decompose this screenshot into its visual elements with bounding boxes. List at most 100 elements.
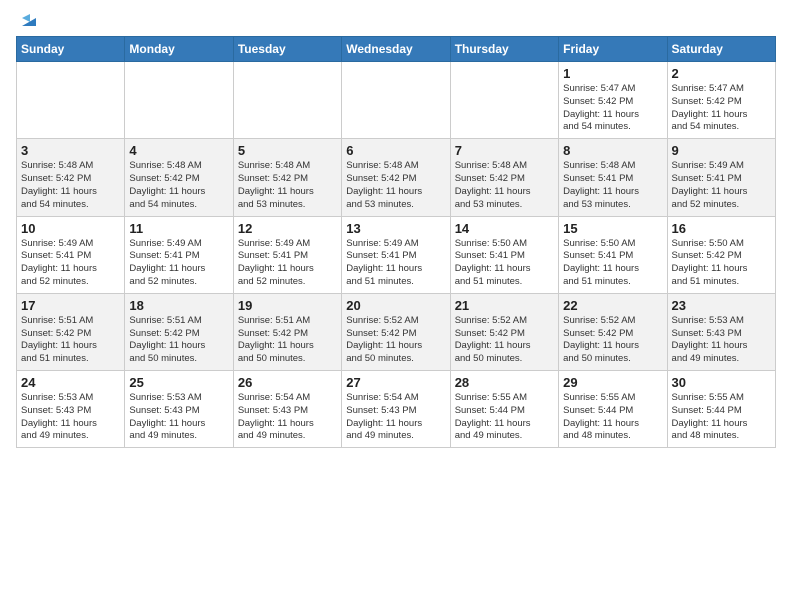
day-number: 23 [672, 298, 771, 313]
calendar-cell: 12Sunrise: 5:49 AM Sunset: 5:41 PM Dayli… [233, 216, 341, 293]
day-header-thursday: Thursday [450, 37, 558, 62]
calendar-cell: 16 Sunrise: 5:50 AM Sunset: 5:42 PM Dayli… [667, 216, 775, 293]
day-number: 19 [238, 298, 337, 313]
day-info: Sunrise: 5:49 AM Sunset: 5:41 PM Dayligh… [672, 160, 771, 211]
calendar-cell: 1 Sunrise: 5:47 AM Sunset: 5:42 PM Daylig… [559, 62, 667, 139]
day-info: Sunrise: 5:55 AM Sunset: 5:44 PM Dayligh… [455, 392, 554, 443]
day-header-monday: Monday [125, 37, 233, 62]
calendar-cell: 11Sunrise: 5:49 AM Sunset: 5:41 PM Dayli… [125, 216, 233, 293]
day-number: 14 [455, 221, 554, 236]
day-number: 3 [21, 143, 120, 158]
calendar-cell: 6 Sunrise: 5:48 AM Sunset: 5:42 PM Daylig… [342, 139, 450, 216]
calendar-cell: 5 Sunrise: 5:48 AM Sunset: 5:42 PM Daylig… [233, 139, 341, 216]
day-header-wednesday: Wednesday [342, 37, 450, 62]
day-info: Sunrise: 5:48 AM Sunset: 5:42 PM Dayligh… [346, 160, 445, 211]
day-info: Sunrise: 5:50 AM Sunset: 5:41 PM Dayligh… [563, 238, 662, 289]
day-number: 5 [238, 143, 337, 158]
calendar-cell: 28 Sunrise: 5:55 AM Sunset: 5:44 PM Dayli… [450, 371, 558, 448]
day-number: 26 [238, 375, 337, 390]
day-info: Sunrise: 5:47 AM Sunset: 5:42 PM Dayligh… [672, 83, 771, 134]
calendar-cell: 29 Sunrise: 5:55 AM Sunset: 5:44 PM Dayli… [559, 371, 667, 448]
day-info: Sunrise: 5:48 AM Sunset: 5:41 PM Dayligh… [563, 160, 662, 211]
day-info: Sunrise: 5:48 AM Sunset: 5:42 PM Dayligh… [21, 160, 120, 211]
calendar-page: SundayMondayTuesdayWednesdayThursdayFrid… [0, 0, 792, 612]
calendar-cell [342, 62, 450, 139]
day-info: Sunrise: 5:47 AM Sunset: 5:42 PM Dayligh… [563, 83, 662, 134]
day-number: 7 [455, 143, 554, 158]
week-row: 3 Sunrise: 5:48 AM Sunset: 5:42 PM Daylig… [17, 139, 776, 216]
day-number: 11 [129, 221, 228, 236]
day-number: 30 [672, 375, 771, 390]
day-info: Sunrise: 5:53 AM Sunset: 5:43 PM Dayligh… [21, 392, 120, 443]
day-header-friday: Friday [559, 37, 667, 62]
day-info: Sunrise: 5:55 AM Sunset: 5:44 PM Dayligh… [672, 392, 771, 443]
day-number: 4 [129, 143, 228, 158]
calendar-cell: 13 Sunrise: 5:49 AM Sunset: 5:41 PM Dayli… [342, 216, 450, 293]
day-header-sunday: Sunday [17, 37, 125, 62]
day-info: Sunrise: 5:53 AM Sunset: 5:43 PM Dayligh… [129, 392, 228, 443]
day-info: Sunrise: 5:54 AM Sunset: 5:43 PM Dayligh… [346, 392, 445, 443]
day-number: 12 [238, 221, 337, 236]
day-info: Sunrise: 5:49 AM Sunset: 5:41 PM Dayligh… [346, 238, 445, 289]
day-info: Sunrise: 5:50 AM Sunset: 5:42 PM Dayligh… [672, 238, 771, 289]
day-info: Sunrise: 5:52 AM Sunset: 5:42 PM Dayligh… [563, 315, 662, 366]
calendar-table: SundayMondayTuesdayWednesdayThursdayFrid… [16, 36, 776, 448]
day-number: 2 [672, 66, 771, 81]
day-number: 22 [563, 298, 662, 313]
calendar-cell: 10Sunrise: 5:49 AM Sunset: 5:41 PM Dayli… [17, 216, 125, 293]
week-row: 1 Sunrise: 5:47 AM Sunset: 5:42 PM Daylig… [17, 62, 776, 139]
day-number: 27 [346, 375, 445, 390]
day-info: Sunrise: 5:51 AM Sunset: 5:42 PM Dayligh… [129, 315, 228, 366]
day-info: Sunrise: 5:49 AM Sunset: 5:41 PM Dayligh… [21, 238, 120, 289]
day-number: 25 [129, 375, 228, 390]
day-info: Sunrise: 5:54 AM Sunset: 5:43 PM Dayligh… [238, 392, 337, 443]
calendar-cell [125, 62, 233, 139]
calendar-cell: 30 Sunrise: 5:55 AM Sunset: 5:44 PM Dayli… [667, 371, 775, 448]
calendar-cell [233, 62, 341, 139]
calendar-cell: 9Sunrise: 5:49 AM Sunset: 5:41 PM Daylig… [667, 139, 775, 216]
calendar-cell: 7 Sunrise: 5:48 AM Sunset: 5:42 PM Daylig… [450, 139, 558, 216]
day-number: 13 [346, 221, 445, 236]
day-number: 17 [21, 298, 120, 313]
day-info: Sunrise: 5:55 AM Sunset: 5:44 PM Dayligh… [563, 392, 662, 443]
page-header [16, 10, 776, 30]
day-number: 21 [455, 298, 554, 313]
calendar-cell: 25 Sunrise: 5:53 AM Sunset: 5:43 PM Dayli… [125, 371, 233, 448]
day-info: Sunrise: 5:48 AM Sunset: 5:42 PM Dayligh… [455, 160, 554, 211]
calendar-cell: 26 Sunrise: 5:54 AM Sunset: 5:43 PM Dayli… [233, 371, 341, 448]
day-number: 18 [129, 298, 228, 313]
day-header-tuesday: Tuesday [233, 37, 341, 62]
day-number: 8 [563, 143, 662, 158]
logo [16, 10, 40, 30]
calendar-cell [450, 62, 558, 139]
day-info: Sunrise: 5:52 AM Sunset: 5:42 PM Dayligh… [455, 315, 554, 366]
day-info: Sunrise: 5:51 AM Sunset: 5:42 PM Dayligh… [238, 315, 337, 366]
day-info: Sunrise: 5:48 AM Sunset: 5:42 PM Dayligh… [238, 160, 337, 211]
day-header-saturday: Saturday [667, 37, 775, 62]
day-number: 16 [672, 221, 771, 236]
day-number: 1 [563, 66, 662, 81]
logo-icon [18, 8, 40, 30]
calendar-cell: 15Sunrise: 5:50 AM Sunset: 5:41 PM Dayli… [559, 216, 667, 293]
calendar-header-row: SundayMondayTuesdayWednesdayThursdayFrid… [17, 37, 776, 62]
calendar-cell: 21 Sunrise: 5:52 AM Sunset: 5:42 PM Dayli… [450, 293, 558, 370]
calendar-cell: 27 Sunrise: 5:54 AM Sunset: 5:43 PM Dayli… [342, 371, 450, 448]
day-info: Sunrise: 5:51 AM Sunset: 5:42 PM Dayligh… [21, 315, 120, 366]
calendar-cell: 20 Sunrise: 5:52 AM Sunset: 5:42 PM Dayli… [342, 293, 450, 370]
calendar-cell: 23Sunrise: 5:53 AM Sunset: 5:43 PM Dayli… [667, 293, 775, 370]
day-number: 20 [346, 298, 445, 313]
day-number: 6 [346, 143, 445, 158]
calendar-cell: 22 Sunrise: 5:52 AM Sunset: 5:42 PM Dayli… [559, 293, 667, 370]
calendar-cell: 19 Sunrise: 5:51 AM Sunset: 5:42 PM Dayli… [233, 293, 341, 370]
day-number: 28 [455, 375, 554, 390]
calendar-cell: 3 Sunrise: 5:48 AM Sunset: 5:42 PM Daylig… [17, 139, 125, 216]
calendar-cell: 24 Sunrise: 5:53 AM Sunset: 5:43 PM Dayli… [17, 371, 125, 448]
day-info: Sunrise: 5:48 AM Sunset: 5:42 PM Dayligh… [129, 160, 228, 211]
day-info: Sunrise: 5:50 AM Sunset: 5:41 PM Dayligh… [455, 238, 554, 289]
calendar-cell: 8 Sunrise: 5:48 AM Sunset: 5:41 PM Daylig… [559, 139, 667, 216]
day-number: 29 [563, 375, 662, 390]
day-info: Sunrise: 5:52 AM Sunset: 5:42 PM Dayligh… [346, 315, 445, 366]
calendar-cell: 14 Sunrise: 5:50 AM Sunset: 5:41 PM Dayli… [450, 216, 558, 293]
day-number: 24 [21, 375, 120, 390]
calendar-cell: 2 Sunrise: 5:47 AM Sunset: 5:42 PM Daylig… [667, 62, 775, 139]
